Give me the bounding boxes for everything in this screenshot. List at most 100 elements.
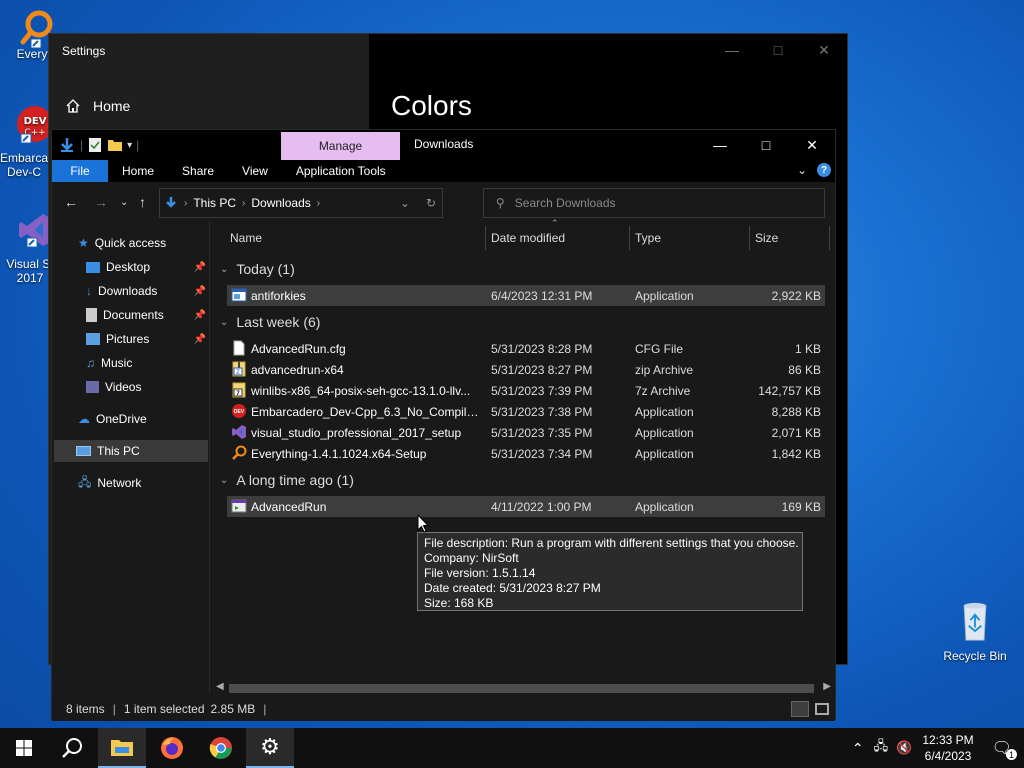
properties-icon[interactable] (87, 137, 103, 153)
details-view-icon[interactable] (791, 701, 809, 717)
customize-toolbar-chevron-icon[interactable]: ▾ (127, 140, 132, 151)
tab-home[interactable]: Home (108, 160, 168, 182)
computer-icon (76, 446, 91, 456)
nav-item-downloads[interactable]: ↓ Downloads 📌 (86, 280, 206, 302)
up-arrow-icon[interactable]: ↑ (139, 194, 146, 210)
back-arrow-icon[interactable]: ← (64, 194, 78, 210)
nav-item-videos[interactable]: Videos (86, 376, 141, 398)
file-name: Everything-1.4.1.1024.x64-Setup (251, 447, 427, 461)
minimize-icon[interactable]: — (709, 34, 755, 66)
status-divider: | (263, 702, 267, 716)
close-icon[interactable]: ✕ (789, 130, 835, 160)
scrollbar-thumb[interactable] (229, 684, 814, 693)
maximize-icon[interactable]: □ (743, 130, 789, 160)
recent-locations-chevron-icon[interactable]: ⌄ (120, 197, 128, 208)
file-date: 5/31/2023 7:38 PM (491, 405, 593, 419)
pin-icon[interactable]: 📌 (194, 262, 206, 273)
maximize-icon[interactable]: □ (755, 34, 801, 66)
minimize-icon[interactable]: — (697, 130, 743, 160)
large-icons-view-icon[interactable] (815, 703, 829, 715)
tab-share[interactable]: Share (168, 160, 228, 182)
file-row[interactable]: AdvancedRun 4/11/2022 1:00 PM Application 1… (227, 496, 825, 517)
file-date: 5/31/2023 7:34 PM (491, 447, 593, 461)
settings-home-link[interactable]: Home (65, 98, 130, 114)
file-row[interactable]: AdvancedRun.cfg 5/31/2023 8:28 PM CFG File… (227, 338, 825, 359)
group-label: A long time ago (1) (236, 472, 354, 488)
nav-item-this-pc[interactable]: This PC (54, 440, 208, 462)
nav-item-onedrive[interactable]: ☁ OneDrive (78, 408, 147, 430)
nav-item-network[interactable]: 🖧 Network (78, 472, 141, 494)
file-type: Application (635, 426, 694, 440)
nav-item-music[interactable]: ♫ Music (86, 352, 132, 374)
tab-file[interactable]: File (52, 160, 108, 182)
action-center-icon[interactable]: 🗨 1 (992, 738, 1017, 760)
network-status-icon[interactable]: 🖧 (874, 737, 889, 759)
address-history-chevron-icon[interactable]: ⌄ (400, 196, 410, 210)
file-row[interactable]: Everything-1.4.1.1024.x64-Setup 5/31/2023… (227, 443, 825, 464)
nav-item-quick-access[interactable]: ★ Quick access (78, 232, 166, 254)
column-header-name[interactable]: Name (230, 222, 262, 254)
file-row[interactable]: 7 winlibs-x86_64-posix-seh-gcc-13.1.0-llv… (227, 380, 825, 401)
nav-item-documents[interactable]: Documents 📌 (86, 304, 206, 326)
file-size: 1,842 KB (771, 447, 821, 461)
scroll-right-arrow-icon[interactable]: ▶ (823, 681, 831, 692)
clock[interactable]: 12:33 PM 6/4/2023 (922, 732, 973, 764)
settings-page-title: Colors (391, 90, 472, 121)
address-bar[interactable]: › This PC › Downloads › ⌄ ↻ (159, 188, 443, 218)
explorer-titlebar[interactable]: | ▾ | Manage Downloads — □ ✕ (52, 130, 835, 160)
home-icon (66, 99, 80, 113)
selection-count: 1 item selected (123, 702, 205, 716)
column-header-type[interactable]: Type (635, 222, 661, 254)
show-hidden-icons-chevron-icon[interactable]: ⌃ (852, 740, 864, 757)
taskbar-chrome[interactable] (197, 728, 245, 768)
column-divider[interactable] (749, 226, 750, 250)
search-input[interactable]: Search Downloads (515, 196, 616, 210)
selection-size: 2.85 MB (210, 702, 256, 716)
file-row[interactable]: visual_studio_professional_2017_setup 5/3… (227, 422, 825, 443)
nav-item-desktop[interactable]: Desktop 📌 (86, 256, 206, 278)
taskbar-search-button[interactable] (48, 728, 96, 768)
new-folder-icon[interactable] (107, 137, 123, 153)
tab-manage[interactable]: Manage (281, 132, 400, 160)
nav-item-pictures[interactable]: Pictures 📌 (86, 328, 206, 350)
horizontal-scrollbar[interactable]: ◀ ▶ (212, 681, 835, 695)
download-arrow-icon[interactable] (58, 136, 76, 154)
file-row[interactable]: Zadvancedrun-x64 5/31/2023 8:27 PM zip Arc… (227, 359, 825, 380)
file-row[interactable]: antiforkies 6/4/2023 12:31 PM Application 2… (227, 285, 825, 306)
group-header-today[interactable]: ⌄ Today (1) (220, 261, 295, 277)
group-label: Today (1) (236, 261, 295, 277)
help-icon[interactable]: ? (817, 163, 831, 177)
file-explorer-window[interactable]: | ▾ | Manage Downloads — □ ✕ File Home S… (51, 129, 836, 721)
video-icon (86, 381, 99, 393)
close-icon[interactable]: ✕ (801, 34, 847, 66)
breadcrumb-downloads[interactable]: Downloads (251, 196, 310, 210)
column-divider[interactable] (629, 226, 630, 250)
pin-icon[interactable]: 📌 (194, 310, 206, 321)
settings-home-label: Home (93, 98, 131, 114)
file-explorer-icon (111, 740, 133, 756)
column-header-size[interactable]: Size (755, 222, 778, 254)
search-box[interactable]: ⚲ Search Downloads (483, 188, 825, 218)
tab-view[interactable]: View (228, 160, 282, 182)
group-header-long-ago[interactable]: ⌄ A long time ago (1) (220, 472, 354, 488)
taskbar-settings[interactable]: ⚙ (246, 728, 294, 768)
volume-muted-icon[interactable]: 🔇 (896, 740, 912, 756)
desktop-icon-recycle-bin[interactable]: Recycle Bin (938, 602, 1012, 663)
taskbar-firefox[interactable] (148, 728, 196, 768)
search-icon (62, 738, 82, 758)
taskbar-file-explorer[interactable] (98, 728, 146, 768)
expand-ribbon-chevron-icon[interactable]: ⌄ (797, 163, 807, 177)
forward-arrow-icon[interactable]: → (94, 194, 108, 210)
column-divider[interactable] (485, 226, 486, 250)
column-divider[interactable] (829, 226, 830, 250)
breadcrumb-this-pc[interactable]: This PC (193, 196, 236, 210)
pin-icon[interactable]: 📌 (194, 334, 206, 345)
start-button[interactable] (0, 728, 48, 768)
toolbar-separator: | (136, 138, 140, 152)
tab-application-tools[interactable]: Application Tools (282, 160, 400, 182)
pin-icon[interactable]: 📌 (194, 286, 206, 297)
file-row[interactable]: DEV Embarcadero_Dev-Cpp_6.3_No_Compiler..… (227, 401, 825, 422)
refresh-icon[interactable]: ↻ (426, 196, 436, 210)
scroll-left-arrow-icon[interactable]: ◀ (216, 681, 224, 692)
group-header-last-week[interactable]: ⌄ Last week (6) (220, 314, 320, 330)
